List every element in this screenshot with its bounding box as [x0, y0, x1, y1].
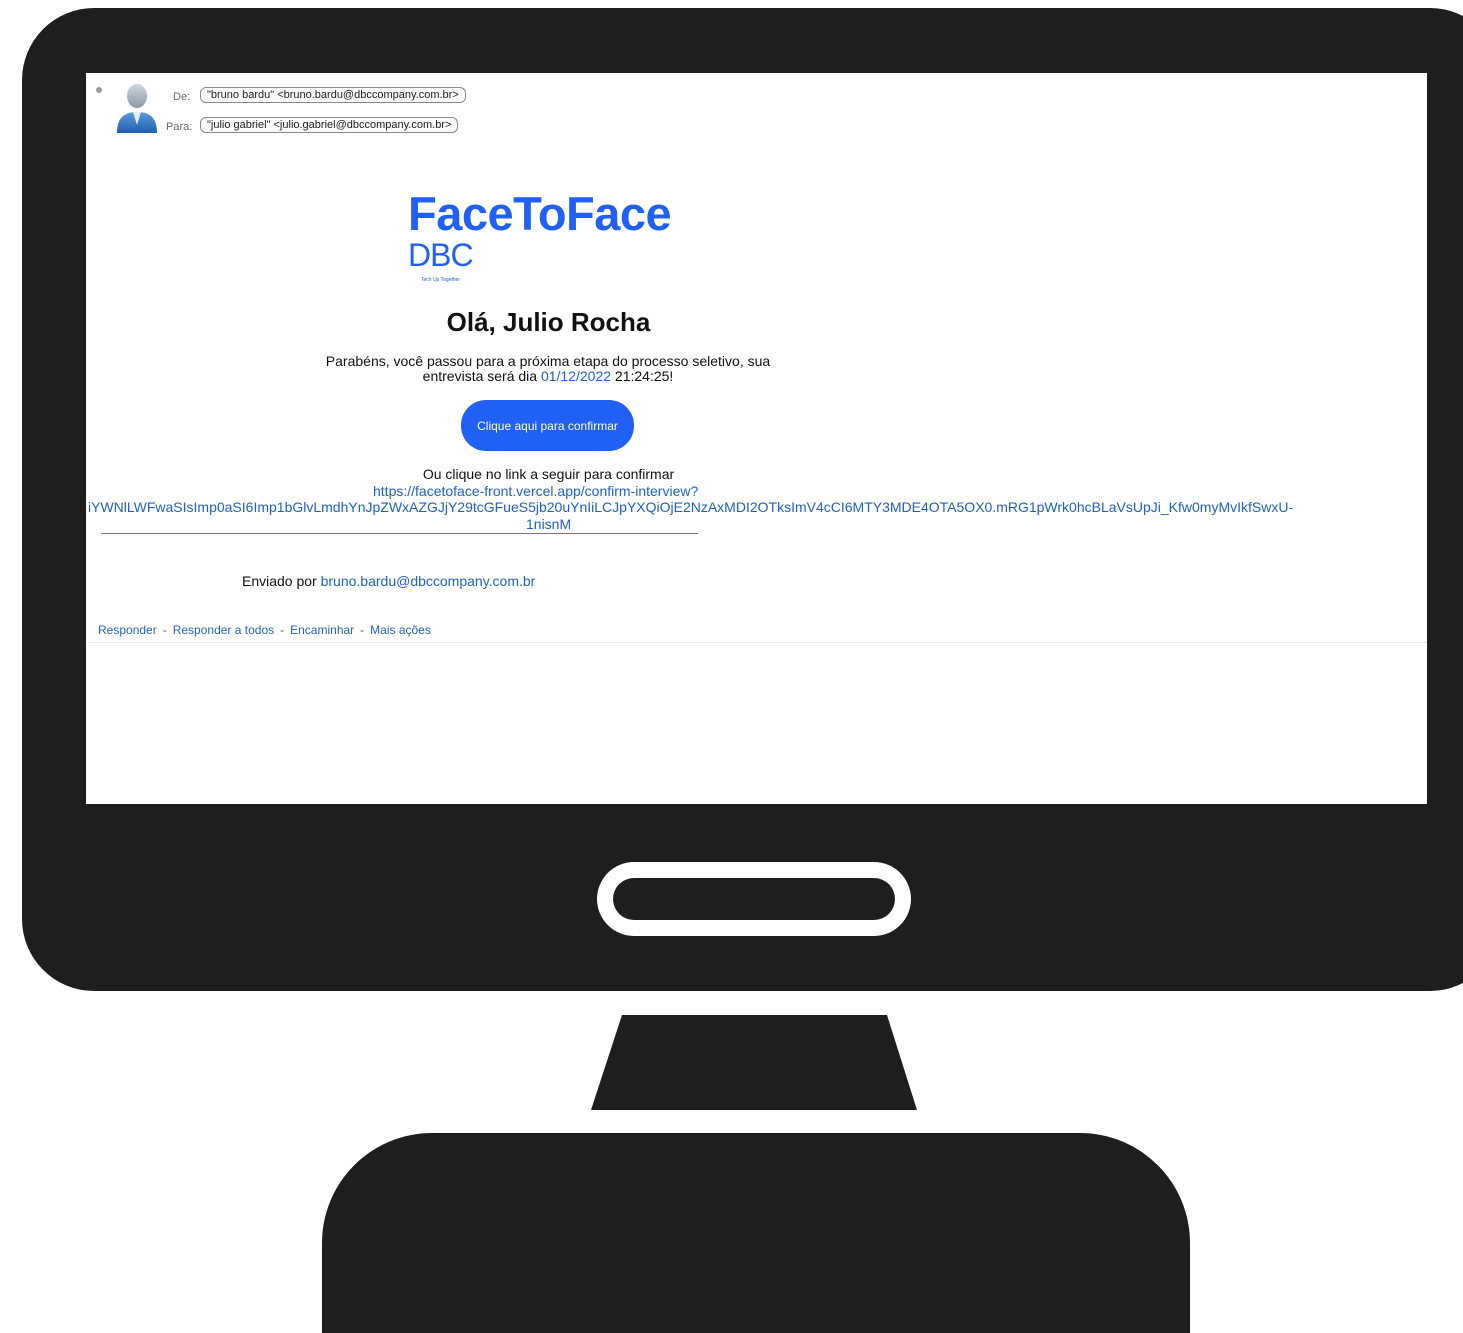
monitor-stand-base — [322, 1133, 1190, 1333]
monitor-stand-neck — [591, 1015, 917, 1110]
